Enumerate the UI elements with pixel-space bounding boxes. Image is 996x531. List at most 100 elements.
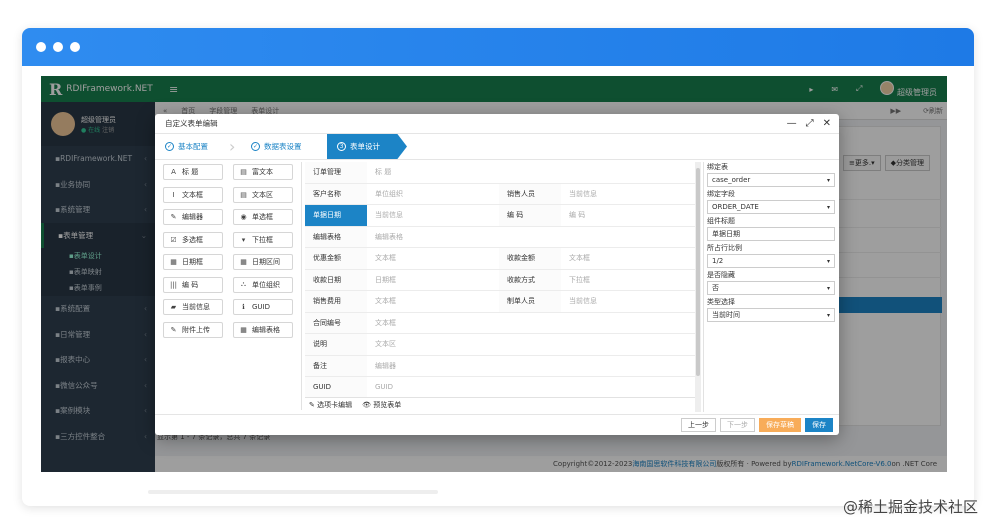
form-row[interactable]: 编辑表格 编辑表格 [305, 226, 695, 248]
palette-item[interactable]: ▤ 文本区 [233, 186, 293, 203]
field-placeholder: 下拉框 [569, 275, 590, 284]
field-label: 收款日期 [305, 269, 367, 290]
property-value: 1/2 [712, 257, 724, 265]
palette-item[interactable]: ||| 编 码 [163, 276, 223, 293]
form-row[interactable]: 优惠金额 文本框 收款金额 文本框 [305, 248, 695, 270]
property-title: 类型选择 [707, 298, 735, 306]
property-title: 是否隐藏 [707, 271, 735, 279]
form-row[interactable]: 客户名称 单位组织 销售人员 当前信息 [305, 183, 695, 205]
palette-item[interactable]: ⛬ 单位组织 [233, 276, 293, 293]
palette-item-label: 编辑器 [182, 213, 203, 221]
palette-item-label: 编辑表格 [252, 325, 280, 334]
palette-item[interactable]: ▰ 当前信息 [163, 299, 223, 315]
form-row[interactable]: GUID GUID [305, 377, 695, 398]
form-row[interactable]: 说明 文本区 [305, 334, 695, 356]
tab-edit-tabs[interactable]: ✎ 选项卡编辑 [309, 400, 352, 410]
component-icon: A [171, 168, 176, 176]
form-row[interactable]: 订单管理标 题 [305, 162, 695, 184]
component-icon: ▤ [240, 190, 247, 199]
save-draft-button[interactable]: 保存草稿 [759, 418, 801, 432]
field-placeholder: 编辑器 [375, 361, 396, 370]
form-row[interactable]: 备注 编辑器 [305, 355, 695, 377]
component-icon: ▰ [170, 303, 177, 311]
property-input[interactable]: 单据日期 [707, 227, 835, 241]
window-dot-2 [53, 42, 63, 52]
component-icon: ▦ [170, 258, 177, 266]
form-row[interactable]: 合同编号 文本框 [305, 312, 695, 334]
save-button[interactable]: 保存 [805, 418, 833, 432]
check-circle-icon: ✓ [165, 142, 174, 151]
field-label: 订单管理 [305, 162, 367, 183]
step-form-design[interactable]: 3 表单设计 [327, 134, 407, 159]
form-design-canvas: 订单管理标 题客户名称 单位组织 销售人员 当前信息 单据日期 当前信息编 码编 码编辑表… [305, 162, 700, 398]
palette-item[interactable]: ▤ 富文本 [233, 164, 293, 180]
form-row[interactable]: 销售费用 文本框 制单人员 当前信息 [305, 291, 695, 313]
property-select[interactable]: case_order ▾ [707, 173, 835, 187]
window-dot-3 [70, 42, 80, 52]
form-row[interactable]: 收款日期 日期框 收款方式 下拉框 [305, 269, 695, 291]
step-table-settings[interactable]: ✓ 数据表设置 [241, 134, 327, 159]
maximize-icon[interactable]: ⤢ [806, 118, 814, 129]
palette-item-label: 编 码 [182, 280, 199, 289]
property-select[interactable]: ORDER_DATE ▾ [707, 200, 835, 214]
form-editor-dialog: 自定义表单编辑 — ⤢ ✕ ✓ 基本配置 › ✓ 数据表设置 3 表单设计 A 标 题 ▤… [155, 114, 839, 435]
property-select[interactable]: 1/2 ▾ [707, 254, 835, 268]
field-label: GUID [305, 377, 367, 398]
palette-item[interactable]: ◉ 单选框 [233, 209, 293, 225]
field-label: 编辑表格 [305, 226, 367, 247]
palette-item[interactable]: ▾ 下拉框 [233, 231, 293, 248]
property-title: 绑定字段 [707, 190, 735, 198]
palette-item[interactable]: ☑ 多选框 [163, 231, 223, 248]
palette-item[interactable]: A标 题 [163, 164, 223, 180]
canvas-scrollbar[interactable] [695, 162, 701, 412]
field-label: 编 码 [499, 205, 561, 226]
field-label: 销售费用 [305, 291, 367, 312]
field-label: 单据日期 [305, 205, 367, 226]
form-row[interactable]: 单据日期 当前信息 编 码编 码 [305, 205, 695, 227]
close-icon[interactable]: ✕ [823, 118, 831, 129]
field-placeholder: 当前信息 [569, 297, 597, 306]
component-icon: ✎ [170, 213, 177, 221]
step-basic-config[interactable]: ✓ 基本配置 [155, 134, 229, 159]
property-title: 绑定表 [707, 163, 728, 171]
field-placeholder: 文本框 [375, 297, 396, 306]
dialog-footer: 上一步 下一步 保存草稿 保存 [155, 414, 839, 435]
palette-item-label: 日期框 [182, 258, 203, 266]
step-separator: › [229, 137, 236, 156]
chevron-down-icon: ▾ [826, 176, 830, 184]
window-dot-1 [36, 42, 46, 52]
component-icon: ◉ [240, 213, 247, 221]
field-label: 合同编号 [305, 312, 367, 333]
minimize-icon[interactable]: — [787, 118, 797, 129]
palette-item-label: 当前信息 [182, 303, 210, 311]
tab-preview-form[interactable]: 👁 预览表单 [362, 400, 401, 410]
palette-item[interactable]: ▦ 日期区间 [233, 254, 293, 270]
palette-item[interactable]: ▦ 日期框 [163, 254, 223, 270]
palette-item-label: 富文本 [252, 168, 273, 176]
field-placeholder: 编辑表格 [375, 232, 403, 241]
palette-item[interactable]: ▦ 编辑表格 [233, 321, 293, 338]
next-step-button[interactable]: 下一步 [720, 418, 755, 432]
component-icon: ▦ [240, 325, 247, 334]
field-label: 收款方式 [499, 269, 561, 290]
step-label: 表单设计 [350, 142, 380, 151]
property-value: 否 [712, 284, 719, 292]
field-placeholder: GUID [375, 383, 394, 392]
palette-item-label: 标 题 [182, 168, 199, 176]
chevron-down-icon: ▾ [826, 311, 830, 319]
component-icon: ✎ [170, 325, 177, 334]
palette-item[interactable]: ✎ 附件上传 [163, 321, 223, 338]
component-icon: ▾ [241, 235, 246, 244]
palette-item[interactable]: ✎ 编辑器 [163, 209, 223, 225]
field-placeholder: 日期框 [375, 275, 396, 284]
field-label: 销售人员 [499, 183, 561, 204]
property-select[interactable]: 当前时间 ▾ [707, 308, 835, 322]
palette-item[interactable]: ℹ GUID [233, 299, 293, 315]
field-placeholder: 单位组织 [375, 189, 403, 198]
chevron-down-icon: ▾ [826, 284, 830, 292]
palette-item[interactable]: I 文本框 [163, 186, 223, 203]
property-value: 当前时间 [712, 311, 740, 319]
prev-step-button[interactable]: 上一步 [681, 418, 716, 432]
property-value: ORDER_DATE [712, 203, 759, 211]
property-select[interactable]: 否 ▾ [707, 281, 835, 295]
